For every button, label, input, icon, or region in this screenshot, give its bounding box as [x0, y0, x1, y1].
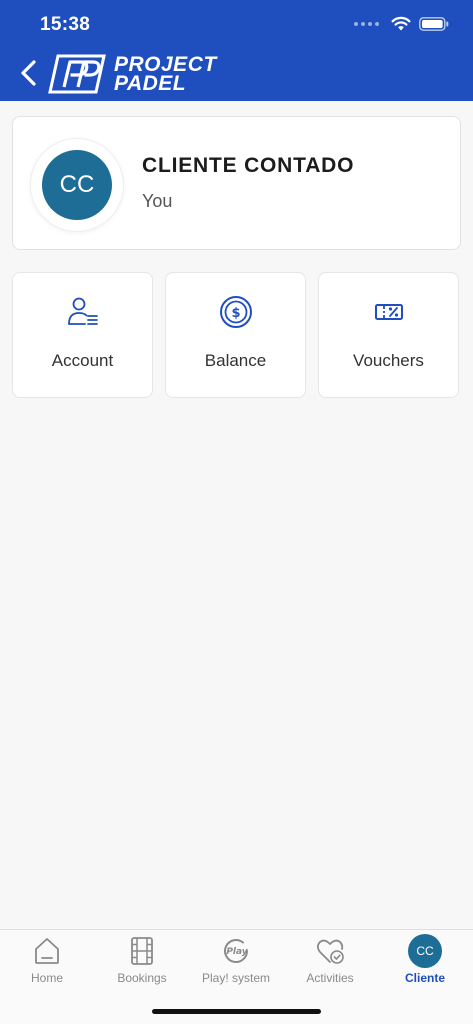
- signal-icon: [354, 21, 379, 26]
- tab-bookings-label: Bookings: [117, 971, 167, 985]
- project-padel-logo: PROJECT PADEL: [48, 54, 217, 94]
- bookings-icon: [131, 937, 153, 965]
- profile-card[interactable]: CC CLIENTE CONTADO You: [12, 116, 461, 250]
- balance-tile[interactable]: $ Balance: [165, 272, 306, 398]
- avatar: CC: [42, 150, 112, 220]
- profile-name: CLIENTE CONTADO: [142, 154, 355, 177]
- back-chevron-icon[interactable]: [14, 56, 44, 90]
- battery-icon: [419, 16, 449, 31]
- activities-icon: [316, 939, 344, 964]
- status-icons: [354, 16, 449, 31]
- tab-activities[interactable]: Activities: [283, 930, 377, 992]
- account-icon: [67, 297, 98, 325]
- balance-icon: $: [219, 296, 252, 328]
- tab-cliente[interactable]: CC Cliente: [378, 930, 472, 992]
- logo-line-2: PADEL: [114, 72, 187, 95]
- wifi-icon: [391, 16, 411, 31]
- tab-activities-label: Activities: [306, 971, 354, 985]
- logo-mark-icon: [48, 54, 106, 94]
- profile-subtitle: You: [142, 191, 173, 211]
- play-icon: Play: [224, 939, 249, 963]
- home-indicator: [152, 1009, 321, 1014]
- tab-bookings[interactable]: Bookings: [95, 930, 189, 992]
- app-header: 15:38 PROJECT PADEL: [0, 0, 473, 101]
- play-icon-text: Play: [226, 947, 248, 957]
- tab-play-label: Play! system: [201, 971, 270, 985]
- balance-label: Balance: [204, 351, 267, 370]
- vouchers-tile[interactable]: Vouchers: [318, 272, 459, 398]
- avatar: CC: [408, 934, 442, 968]
- account-label: Account: [51, 351, 114, 370]
- account-tile[interactable]: Account: [12, 272, 153, 398]
- voucher-icon: [374, 304, 403, 320]
- tab-cliente-label: Cliente: [404, 971, 445, 985]
- vouchers-label: Vouchers: [353, 351, 424, 370]
- tab-play-system[interactable]: Play Play! system: [189, 930, 283, 992]
- avatar-ring: CC: [31, 139, 123, 231]
- tab-home-label: Home: [30, 971, 63, 985]
- status-time: 15:38: [40, 14, 91, 35]
- tab-home[interactable]: Home: [0, 930, 94, 992]
- svg-text:$: $: [231, 306, 240, 321]
- home-icon: [35, 938, 59, 964]
